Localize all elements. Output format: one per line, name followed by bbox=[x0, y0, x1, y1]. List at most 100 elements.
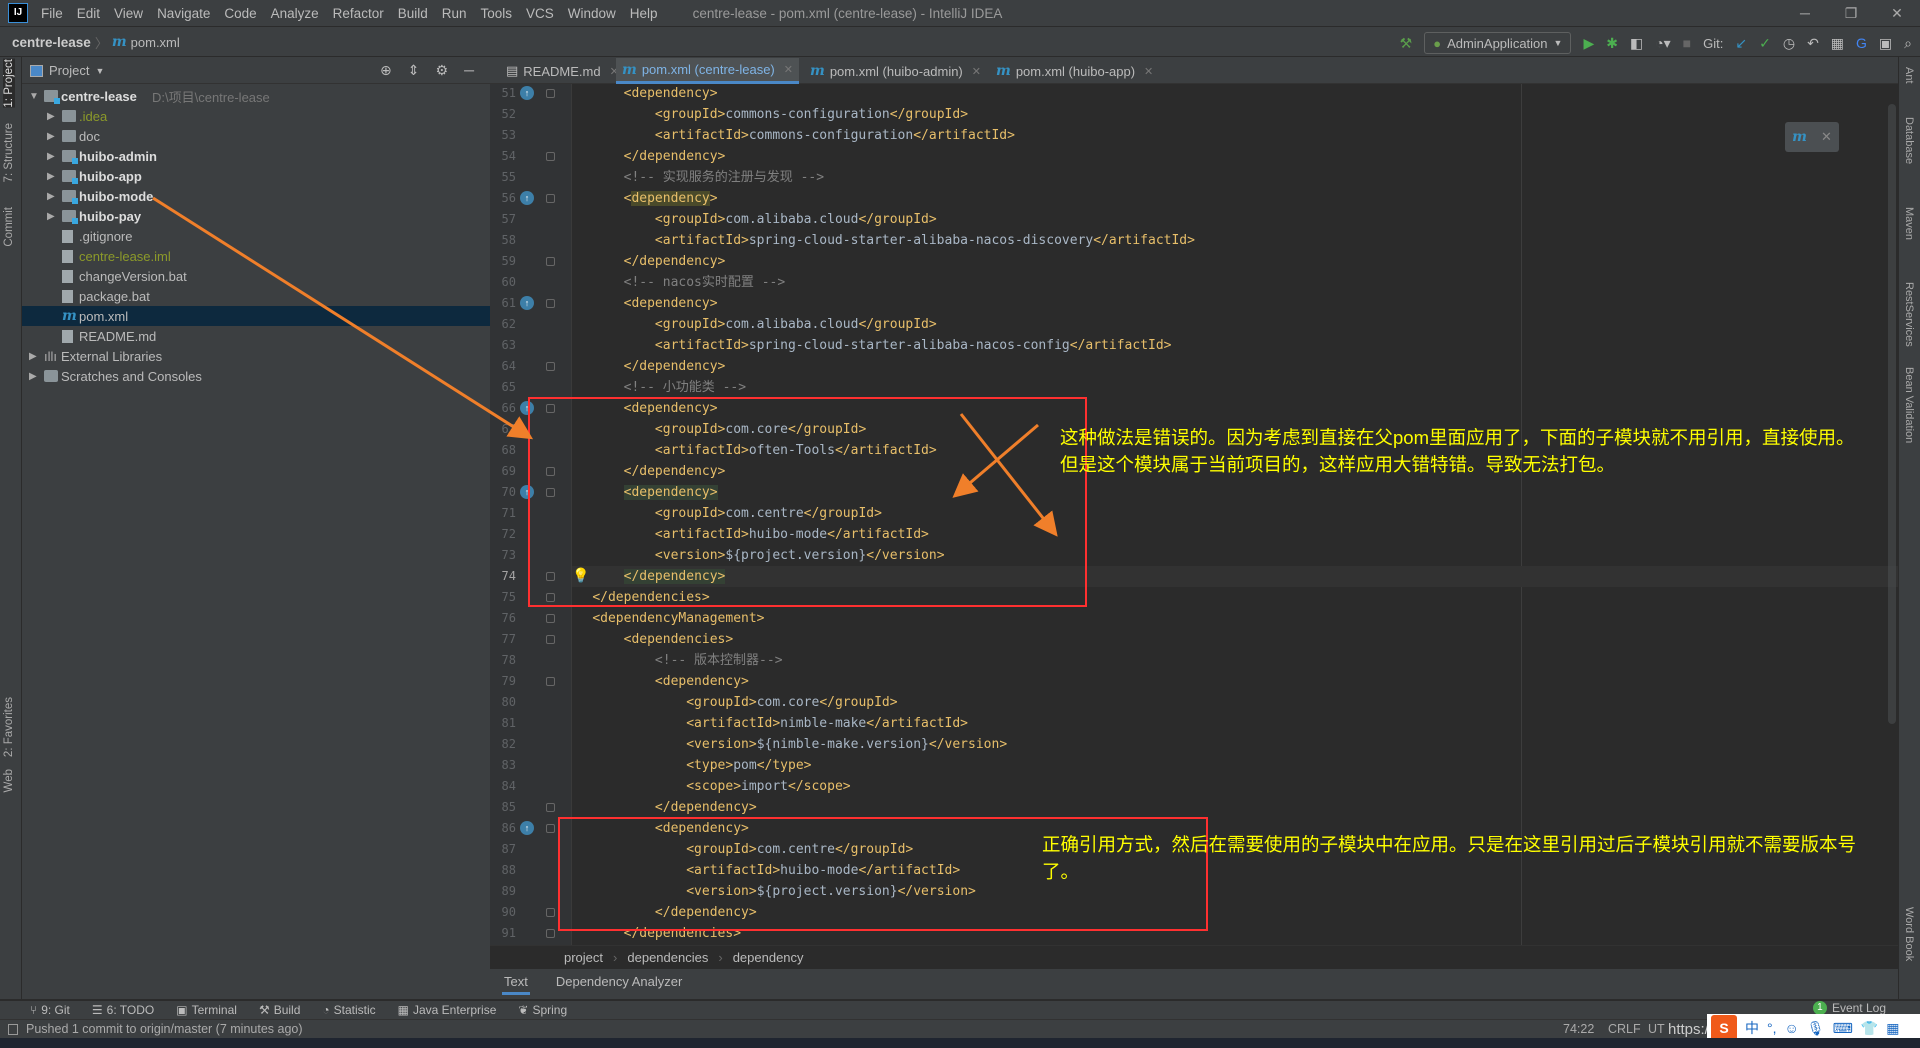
fold-marker-icon[interactable] bbox=[546, 908, 555, 917]
tool-stripe-database[interactable]: Database bbox=[1903, 117, 1915, 164]
menu-vcs[interactable]: VCS bbox=[519, 6, 561, 21]
debug-icon[interactable]: ✱ bbox=[1606, 36, 1618, 50]
overrides-icon[interactable]: ↑ bbox=[520, 191, 534, 205]
tool-stripe-ant[interactable]: Ant bbox=[1903, 67, 1915, 84]
minimize-button[interactable]: ─ bbox=[1782, 0, 1828, 27]
tree-item[interactable]: package.bat bbox=[22, 286, 490, 306]
menu-view[interactable]: View bbox=[107, 6, 150, 21]
mic-icon[interactable]: 🎙 bbox=[1807, 1020, 1825, 1037]
chevron-right-icon[interactable]: ▶ bbox=[47, 151, 55, 162]
menu-edit[interactable]: Edit bbox=[70, 6, 107, 21]
rollback-icon[interactable]: ↶ bbox=[1807, 36, 1819, 50]
status-message[interactable]: Pushed 1 commit to origin/master (7 minu… bbox=[26, 1022, 303, 1036]
tree-item[interactable]: changeVersion.bat bbox=[22, 266, 490, 286]
tree-item[interactable]: m pom.xml bbox=[22, 306, 490, 326]
git-commit-icon[interactable]: ✓ bbox=[1759, 36, 1771, 50]
vertical-scrollbar[interactable] bbox=[1888, 104, 1896, 724]
tree-item[interactable]: ▶ doc bbox=[22, 126, 490, 146]
menu-navigate[interactable]: Navigate bbox=[150, 6, 217, 21]
close-tab-icon[interactable]: ✕ bbox=[784, 63, 793, 76]
tool-stripe-restservices[interactable]: RestServices bbox=[1903, 282, 1915, 347]
chevron-right-icon[interactable]: ▶ bbox=[47, 171, 55, 182]
fold-marker-icon[interactable] bbox=[546, 89, 555, 98]
tab-2[interactable]: m pom.xml (huibo-admin) ✕ bbox=[804, 58, 987, 84]
tree-item[interactable]: ▶ huibo-mode bbox=[22, 186, 490, 206]
tab-0[interactable]: ▤ README.md ✕ bbox=[500, 58, 625, 84]
line-separator[interactable]: CRLF bbox=[1608, 1022, 1641, 1036]
status-toggle-icon[interactable] bbox=[8, 1023, 18, 1035]
close-tab-icon[interactable]: ✕ bbox=[1144, 65, 1153, 78]
tool-window-spring[interactable]: ❦ Spring bbox=[518, 1003, 567, 1017]
tool-stripe-commit[interactable]: Commit bbox=[3, 207, 15, 247]
profile-icon[interactable]: ◔▾ bbox=[1655, 36, 1670, 50]
menu-file[interactable]: File bbox=[34, 6, 70, 21]
tab-1[interactable]: m pom.xml (centre-lease) ✕ bbox=[616, 58, 799, 84]
tool-window-build[interactable]: ⚒ Build bbox=[259, 1003, 300, 1017]
run-icon[interactable]: ▶ bbox=[1583, 36, 1594, 50]
fold-marker-icon[interactable] bbox=[546, 824, 555, 833]
run-config-select[interactable]: ● AdminApplication ▼ bbox=[1424, 32, 1572, 54]
file-encoding[interactable]: UT bbox=[1648, 1022, 1665, 1036]
breadcrumb-dependency[interactable]: dependency bbox=[733, 950, 804, 965]
fold-marker-icon[interactable] bbox=[546, 614, 555, 623]
tab-dependency-analyzer[interactable]: Dependency Analyzer bbox=[554, 969, 684, 995]
skin-icon[interactable]: 👕 bbox=[1861, 1020, 1878, 1037]
menu-refactor[interactable]: Refactor bbox=[326, 6, 391, 21]
tree-item[interactable]: .gitignore bbox=[22, 226, 490, 246]
collapse-all-icon[interactable]: ⇕ bbox=[408, 62, 420, 79]
tree-item[interactable]: ▶ .idea bbox=[22, 106, 490, 126]
fold-marker-icon[interactable] bbox=[546, 635, 555, 644]
tool-stripe-7-structure[interactable]: 7: Structure bbox=[3, 123, 15, 182]
tool-window-todo[interactable]: ☰ 6: TODO bbox=[92, 1003, 154, 1017]
implemented-icon[interactable]: ↑ bbox=[520, 821, 534, 835]
chevron-right-icon[interactable]: ▶ bbox=[29, 351, 37, 362]
close-tab-icon[interactable]: ✕ bbox=[972, 65, 981, 78]
stop-icon[interactable]: ■ bbox=[1683, 36, 1691, 50]
chevron-right-icon[interactable]: ▶ bbox=[47, 211, 55, 222]
fold-marker-icon[interactable] bbox=[546, 299, 555, 308]
fold-marker-icon[interactable] bbox=[546, 803, 555, 812]
maven-reload-icon[interactable]: m bbox=[1792, 129, 1807, 145]
chevron-right-icon[interactable]: ▶ bbox=[47, 111, 55, 122]
nav-project[interactable]: centre-lease bbox=[12, 35, 91, 50]
menu-build[interactable]: Build bbox=[391, 6, 435, 21]
tree-item[interactable]: centre-lease.iml bbox=[22, 246, 490, 266]
overrides-icon[interactable]: ↑ bbox=[520, 86, 534, 100]
menu-help[interactable]: Help bbox=[623, 6, 665, 21]
build-hammer-icon[interactable]: ⚒ bbox=[1400, 36, 1413, 50]
tree-item[interactable]: README.md bbox=[22, 326, 490, 346]
tool-stripe-bean-validation[interactable]: Bean Validation bbox=[1903, 367, 1915, 443]
fold-marker-icon[interactable] bbox=[546, 677, 555, 686]
menu-tools[interactable]: Tools bbox=[474, 6, 520, 21]
tree-item[interactable]: ▶ ıllı External Libraries bbox=[22, 346, 490, 366]
menu-run[interactable]: Run bbox=[435, 6, 474, 21]
locate-icon[interactable]: ⊕ bbox=[380, 62, 392, 79]
tool-stripe-maven[interactable]: Maven bbox=[1903, 207, 1915, 240]
fold-marker-icon[interactable] bbox=[546, 257, 555, 266]
fold-marker-icon[interactable] bbox=[546, 929, 555, 938]
tool-window-statistic[interactable]: ◔ Statistic bbox=[322, 1003, 375, 1017]
tree-item[interactable]: ▶ huibo-admin bbox=[22, 146, 490, 166]
tool-stripe-web[interactable]: Web bbox=[3, 769, 15, 792]
fold-marker-icon[interactable] bbox=[546, 362, 555, 371]
ime-lang[interactable]: 中 bbox=[1745, 1018, 1759, 1038]
chevron-down-icon[interactable]: ▼ bbox=[29, 91, 39, 102]
hide-icon[interactable]: ─ bbox=[464, 62, 474, 79]
breadcrumb-project[interactable]: project bbox=[564, 950, 603, 965]
keyboard-icon[interactable]: ⌨ bbox=[1833, 1020, 1853, 1037]
tree-item[interactable]: ▶ huibo-pay bbox=[22, 206, 490, 226]
nav-file[interactable]: pom.xml bbox=[131, 35, 180, 50]
history-icon[interactable]: ◷ bbox=[1783, 36, 1795, 50]
tool-window-terminal[interactable]: ▣ Terminal bbox=[176, 1003, 237, 1017]
tool-window-git[interactable]: ⑂ 9: Git bbox=[30, 1003, 70, 1017]
caret-position[interactable]: 74:22 bbox=[1563, 1022, 1594, 1036]
project-view-select[interactable]: Project bbox=[49, 63, 89, 78]
maven-reload-popup[interactable]: m ✕ bbox=[1785, 122, 1839, 152]
restore-button[interactable]: ❐ bbox=[1828, 0, 1874, 27]
emoji-icon[interactable]: ☺ bbox=[1785, 1020, 1799, 1036]
tool-stripe-1-project[interactable]: 1: Project bbox=[3, 59, 15, 108]
translate-icon[interactable]: G bbox=[1856, 36, 1867, 50]
tool-stripe-2-favorites[interactable]: 2: Favorites bbox=[3, 697, 15, 757]
breadcrumb-dependencies[interactable]: dependencies bbox=[627, 950, 708, 965]
git-update-icon[interactable]: ↙ bbox=[1735, 36, 1747, 50]
